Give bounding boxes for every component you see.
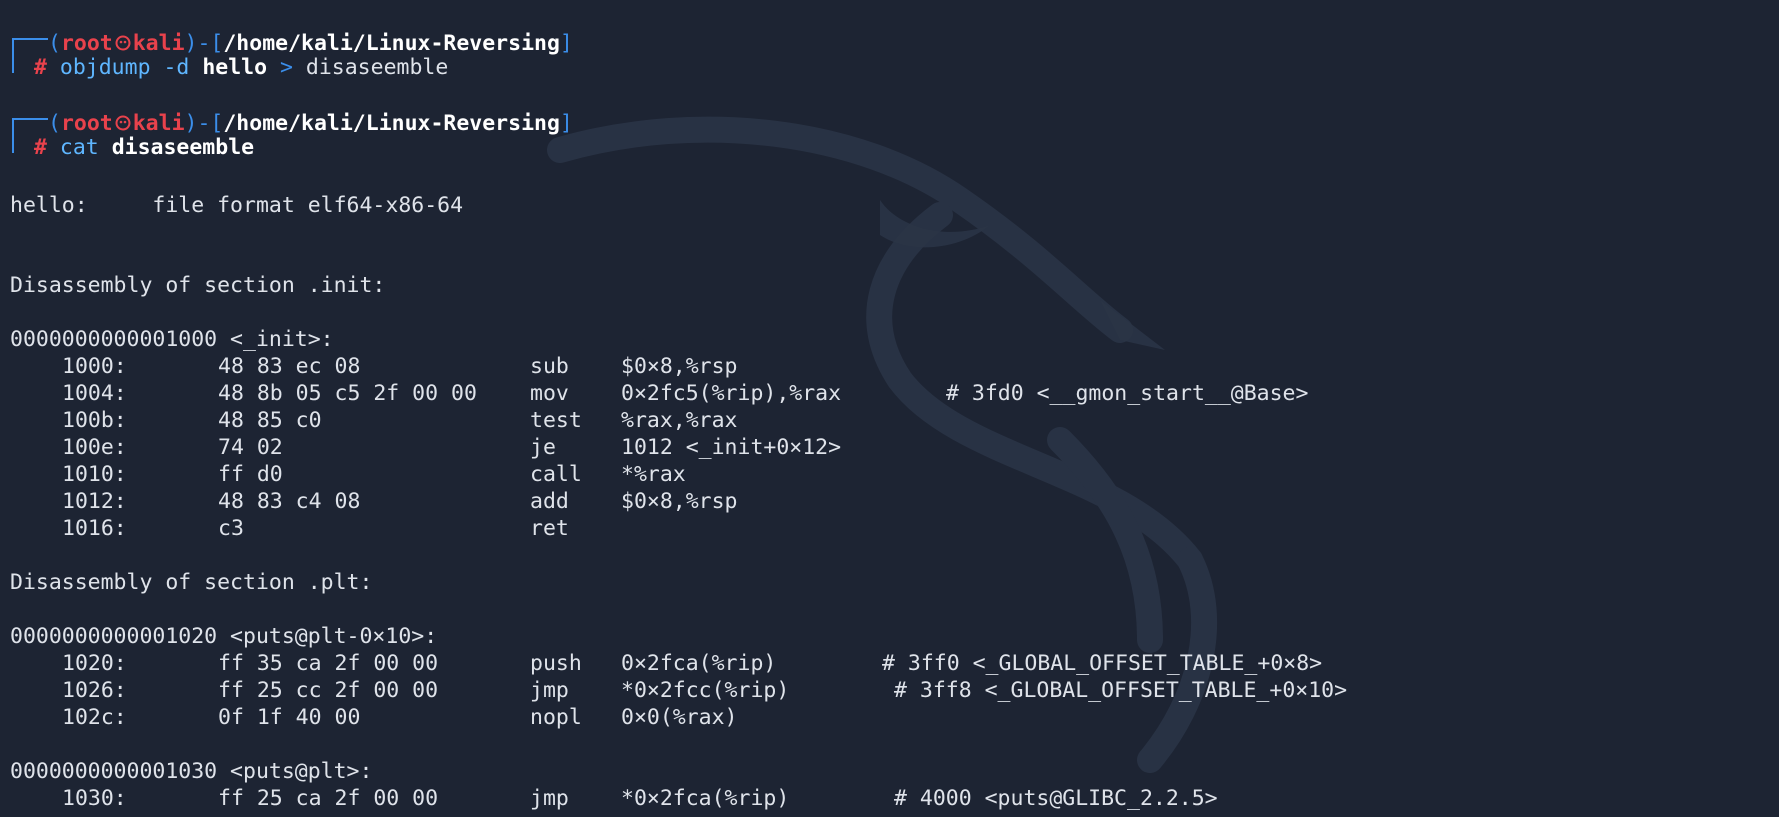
instruction-addr: 1004:: [62, 381, 127, 406]
instruction-addr: 1020:: [62, 651, 127, 676]
command-name: objdump: [59, 55, 151, 80]
instruction-args: *0×2fca(%rip): [621, 786, 790, 811]
instruction-bytes: ff 25 ca 2f 00 00: [218, 786, 439, 811]
instruction-addr: 1012:: [62, 489, 127, 514]
init-function-label: 0000000000001000 <_init>:: [10, 327, 334, 352]
instruction-comment: # 3fd0 <__gmon_start__@Base>: [946, 381, 1309, 406]
instruction-args: *0×2fcc(%rip): [621, 678, 790, 703]
instruction-row: 1020: ff 35 ca 2f 00 00 push 0×2fca(%rip) # …: [0, 650, 1779, 677]
instruction-args: 0×0(%rax): [621, 705, 738, 730]
instruction-bytes: 48 83 c4 08: [218, 489, 361, 514]
kali-skull-icon: [115, 115, 131, 131]
instruction-op: test: [530, 408, 582, 433]
instruction-op: push: [530, 651, 582, 676]
instruction-args: $0×8,%rsp: [621, 489, 738, 514]
plt-function-label: 0000000000001020 <puts@plt-0×10>:: [10, 624, 438, 649]
terminal-output: (root kali)-[/home/kali/Linux-Reversing] …: [0, 0, 1779, 817]
prompt-path: /home/kali/Linux-Reversing: [223, 31, 560, 56]
section-plt-heading: Disassembly of section .plt:: [10, 570, 373, 595]
kali-skull-icon: [115, 35, 131, 51]
instruction-addr: 1026:: [62, 678, 127, 703]
instruction-row: 100e: 74 02 je 1012 <_init+0×12>: [0, 434, 1779, 461]
instruction-bytes: 0f 1f 40 00: [218, 705, 361, 730]
instruction-args: 1012 <_init+0×12>: [621, 435, 842, 460]
instruction-op: ret: [530, 516, 569, 541]
instruction-op: jmp: [530, 786, 569, 811]
instruction-row: 1030: ff 25 ca 2f 00 00 jmp *0×2fca(%rip) # …: [0, 785, 1779, 812]
prompt-command-2: # cat disaseemble: [34, 135, 255, 160]
instruction-row: 1016: c3 ret: [0, 515, 1779, 542]
instruction-row: 1026: ff 25 cc 2f 00 00 jmp *0×2fcc(%rip) # …: [0, 677, 1779, 704]
file-format-line: hello: file format elf64-x86-64: [10, 193, 464, 218]
instruction-op: jmp: [530, 678, 569, 703]
instruction-args: $0×8,%rsp: [621, 354, 738, 379]
instruction-op: sub: [530, 354, 569, 379]
instruction-row: 102c: 0f 1f 40 00 nopl 0×0(%rax): [0, 704, 1779, 731]
instruction-addr: 1030:: [62, 786, 127, 811]
prompt-header-2: (root kali)-[/home/kali/Linux-Reversing]: [48, 111, 573, 136]
instruction-row: 1000: 48 83 ec 08 sub $0×8,%rsp: [0, 353, 1779, 380]
instruction-comment: # 3ff0 <_GLOBAL_OFFSET_TABLE_+0×8>: [882, 651, 1323, 676]
instruction-bytes: c3: [218, 516, 244, 541]
instruction-row: 100b: 48 85 c0 test %rax,%rax: [0, 407, 1779, 434]
prompt-user: root: [60, 31, 113, 56]
instruction-args: %rax,%rax: [621, 408, 738, 433]
prompt-header-1: (root kali)-[/home/kali/Linux-Reversing]: [48, 31, 573, 56]
instruction-op: je: [530, 435, 556, 460]
instruction-addr: 100b:: [62, 408, 127, 433]
instruction-args: 0×2fc5(%rip),%rax: [621, 381, 842, 406]
instruction-bytes: ff d0: [218, 462, 283, 487]
instruction-bytes: 48 8b 05 c5 2f 00 00: [218, 381, 477, 406]
instruction-comment: # 4000 <puts@GLIBC_2.2.5>: [894, 786, 1218, 811]
instruction-comment: # 3ff8 <_GLOBAL_OFFSET_TABLE_+0×10>: [894, 678, 1348, 703]
prompt-host: kali: [132, 31, 185, 56]
instruction-row: 1012: 48 83 c4 08 add $0×8,%rsp: [0, 488, 1779, 515]
instruction-bytes: 48 85 c0: [218, 408, 322, 433]
instruction-addr: 100e:: [62, 435, 127, 460]
instruction-bytes: 48 83 ec 08: [218, 354, 361, 379]
section-init-heading: Disassembly of section .init:: [10, 273, 386, 298]
instruction-addr: 102c:: [62, 705, 127, 730]
instruction-args: *%rax: [621, 462, 686, 487]
instruction-op: mov: [530, 381, 569, 406]
puts-function-label: 0000000000001030 <puts@plt>:: [10, 759, 373, 784]
instruction-bytes: ff 35 ca 2f 00 00: [218, 651, 439, 676]
prompt-command-1: # objdump -d hello > disaseemble: [34, 55, 449, 80]
instruction-bytes: ff 25 cc 2f 00 00: [218, 678, 439, 703]
instruction-addr: 1016:: [62, 516, 127, 541]
instruction-op: nopl: [530, 705, 582, 730]
instruction-row: 1004: 48 8b 05 c5 2f 00 00 mov 0×2fc5(%rip)…: [0, 380, 1779, 407]
instruction-op: call: [530, 462, 582, 487]
instruction-args: 0×2fca(%rip): [621, 651, 777, 676]
instruction-bytes: 74 02: [218, 435, 283, 460]
instruction-op: add: [530, 489, 569, 514]
instruction-addr: 1010:: [62, 462, 127, 487]
prompt-symbol: #: [34, 55, 47, 80]
instruction-addr: 1000:: [62, 354, 127, 379]
instruction-row: 1010: ff d0 call *%rax: [0, 461, 1779, 488]
